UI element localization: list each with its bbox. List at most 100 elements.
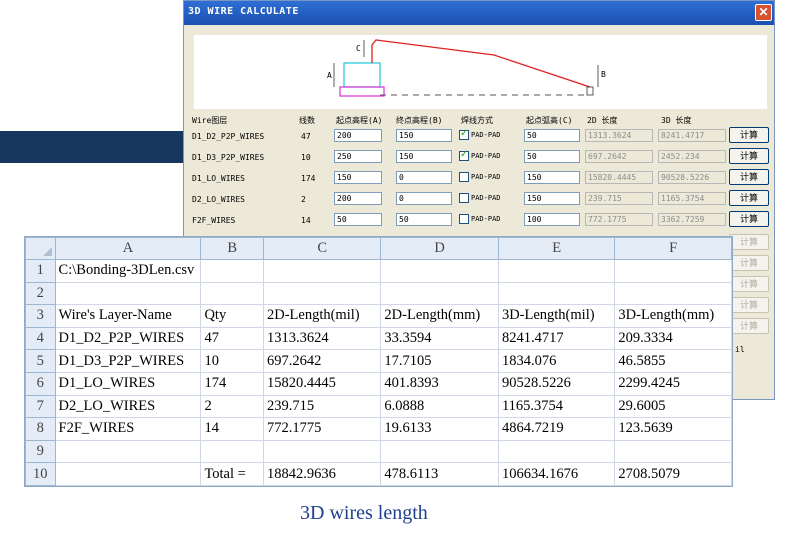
sheet-cell[interactable] xyxy=(380,259,499,283)
sheet-cell[interactable]: 4864.7219 xyxy=(497,417,616,441)
row-header[interactable]: 5 xyxy=(25,349,56,373)
end-height-input[interactable]: 0 xyxy=(396,171,452,184)
end-height-input[interactable]: 150 xyxy=(396,150,452,163)
end-height-input[interactable]: 50 xyxy=(396,213,452,226)
dialog-title-bar[interactable]: 3D WIRE CALCULATE ✕ xyxy=(184,1,774,25)
sheet-cell[interactable]: 174 xyxy=(200,371,264,396)
sheet-cell[interactable] xyxy=(200,439,264,464)
row-header[interactable]: 8 xyxy=(25,417,56,441)
sheet-cell[interactable]: 19.6133 xyxy=(380,417,499,441)
column-header[interactable]: B xyxy=(200,237,264,260)
arc-height-input[interactable]: 50 xyxy=(524,150,580,163)
column-header[interactable]: C xyxy=(262,237,382,260)
sheet-cell[interactable] xyxy=(497,259,616,283)
sheet-cell[interactable]: 239.715 xyxy=(262,394,382,419)
sheet-cell[interactable]: 2708.5079 xyxy=(614,462,732,486)
sheet-cell[interactable] xyxy=(54,439,202,464)
sheet-cell[interactable] xyxy=(614,259,732,283)
sheet-cell[interactable]: Qty xyxy=(200,304,264,328)
sheet-cell[interactable]: 697.2642 xyxy=(262,349,382,373)
sheet-cell[interactable]: 2299.4245 xyxy=(614,371,732,396)
sheet-cell[interactable]: 2D-Length(mm) xyxy=(380,304,499,328)
sheet-cell[interactable] xyxy=(54,281,202,306)
bond-mode-checkbox[interactable] xyxy=(459,193,469,203)
sheet-cell[interactable] xyxy=(262,439,382,464)
sheet-cell[interactable]: Total = xyxy=(200,462,264,486)
sheet-cell[interactable] xyxy=(200,281,264,306)
row-header[interactable]: 1 xyxy=(25,259,56,283)
sheet-cell[interactable]: F2F_WIRES xyxy=(54,417,202,441)
sheet-cell[interactable]: 1834.076 xyxy=(497,349,616,373)
sheet-cell[interactable]: 15820.4445 xyxy=(262,371,382,396)
sheet-cell[interactable] xyxy=(614,281,732,306)
select-all-corner[interactable] xyxy=(25,237,56,260)
sheet-cell[interactable]: 123.5639 xyxy=(614,417,732,441)
calculate-button[interactable]: 计算 xyxy=(729,127,769,143)
column-header[interactable]: F xyxy=(614,237,732,260)
sheet-cell[interactable]: 1165.3754 xyxy=(497,394,616,419)
sheet-cell[interactable]: 106634.1676 xyxy=(497,462,616,486)
sheet-cell[interactable] xyxy=(497,439,616,464)
sheet-cell[interactable]: 90528.5226 xyxy=(497,371,616,396)
row-header[interactable]: 10 xyxy=(25,462,56,486)
sheet-cell[interactable]: 14 xyxy=(200,417,264,441)
sheet-cell[interactable]: 478.6113 xyxy=(380,462,499,486)
calculate-button-disabled[interactable]: 计算 xyxy=(729,318,769,334)
end-height-input[interactable]: 0 xyxy=(396,192,452,205)
column-header[interactable]: E xyxy=(497,237,616,260)
sheet-cell[interactable] xyxy=(497,281,616,306)
sheet-cell[interactable]: 46.5855 xyxy=(614,349,732,373)
sheet-cell[interactable]: D2_LO_WIRES xyxy=(54,394,202,419)
sheet-cell[interactable]: C:\Bonding-3DLen.csv xyxy=(54,259,202,283)
calculate-button-disabled[interactable]: 计算 xyxy=(729,234,769,250)
bond-mode-checkbox[interactable] xyxy=(459,149,469,161)
sheet-cell[interactable]: 209.3334 xyxy=(614,326,732,351)
sheet-cell[interactable]: 772.1775 xyxy=(262,417,382,441)
bond-mode-checkbox[interactable] xyxy=(459,214,469,224)
column-header[interactable]: D xyxy=(380,237,499,260)
sheet-cell[interactable]: 33.3594 xyxy=(380,326,499,351)
sheet-cell[interactable] xyxy=(54,462,202,486)
sheet-cell[interactable]: 401.8393 xyxy=(380,371,499,396)
sheet-cell[interactable]: Wire's Layer-Name xyxy=(54,304,202,328)
arc-height-input[interactable]: 50 xyxy=(524,129,580,142)
sheet-cell[interactable] xyxy=(380,439,499,464)
sheet-cell[interactable]: 47 xyxy=(200,326,264,351)
sheet-cell[interactable] xyxy=(380,281,499,306)
row-header[interactable]: 2 xyxy=(25,281,56,306)
bond-mode-checkbox[interactable] xyxy=(459,172,469,182)
calculate-button[interactable]: 计算 xyxy=(729,190,769,206)
calculate-button-disabled[interactable]: 计算 xyxy=(729,276,769,292)
sheet-cell[interactable]: D1_D3_P2P_WIRES xyxy=(54,349,202,373)
sheet-cell[interactable]: 3D-Length(mil) xyxy=(497,304,616,328)
sheet-cell[interactable] xyxy=(614,439,732,464)
sheet-cell[interactable]: 29.6005 xyxy=(614,394,732,419)
sheet-cell[interactable]: 17.7105 xyxy=(380,349,499,373)
row-header[interactable]: 7 xyxy=(25,394,56,419)
calculate-button[interactable]: 计算 xyxy=(729,148,769,164)
row-header[interactable]: 6 xyxy=(25,371,56,396)
calculate-button-disabled[interactable]: 计算 xyxy=(729,297,769,313)
sheet-cell[interactable]: 2 xyxy=(200,394,264,419)
sheet-cell[interactable] xyxy=(262,259,382,283)
row-header[interactable]: 4 xyxy=(25,326,56,351)
start-height-input[interactable]: 200 xyxy=(334,129,382,142)
sheet-cell[interactable]: D1_D2_P2P_WIRES xyxy=(54,326,202,351)
sheet-cell[interactable]: 10 xyxy=(200,349,264,373)
sheet-cell[interactable] xyxy=(262,281,382,306)
sheet-cell[interactable]: 18842.9636 xyxy=(262,462,382,486)
calculate-button-disabled[interactable]: 计算 xyxy=(729,255,769,271)
sheet-cell[interactable]: 6.0888 xyxy=(380,394,499,419)
arc-height-input[interactable]: 150 xyxy=(524,171,580,184)
sheet-cell[interactable]: 8241.4717 xyxy=(497,326,616,351)
row-header[interactable]: 3 xyxy=(25,304,56,328)
column-header[interactable]: A xyxy=(54,237,202,260)
calculate-button[interactable]: 计算 xyxy=(729,211,769,227)
bond-mode-checkbox[interactable] xyxy=(459,128,469,140)
calculate-button[interactable]: 计算 xyxy=(729,169,769,185)
start-height-input[interactable]: 200 xyxy=(334,192,382,205)
sheet-cell[interactable] xyxy=(200,259,264,283)
end-height-input[interactable]: 150 xyxy=(396,129,452,142)
start-height-input[interactable]: 250 xyxy=(334,150,382,163)
sheet-cell[interactable]: 2D-Length(mil) xyxy=(262,304,382,328)
